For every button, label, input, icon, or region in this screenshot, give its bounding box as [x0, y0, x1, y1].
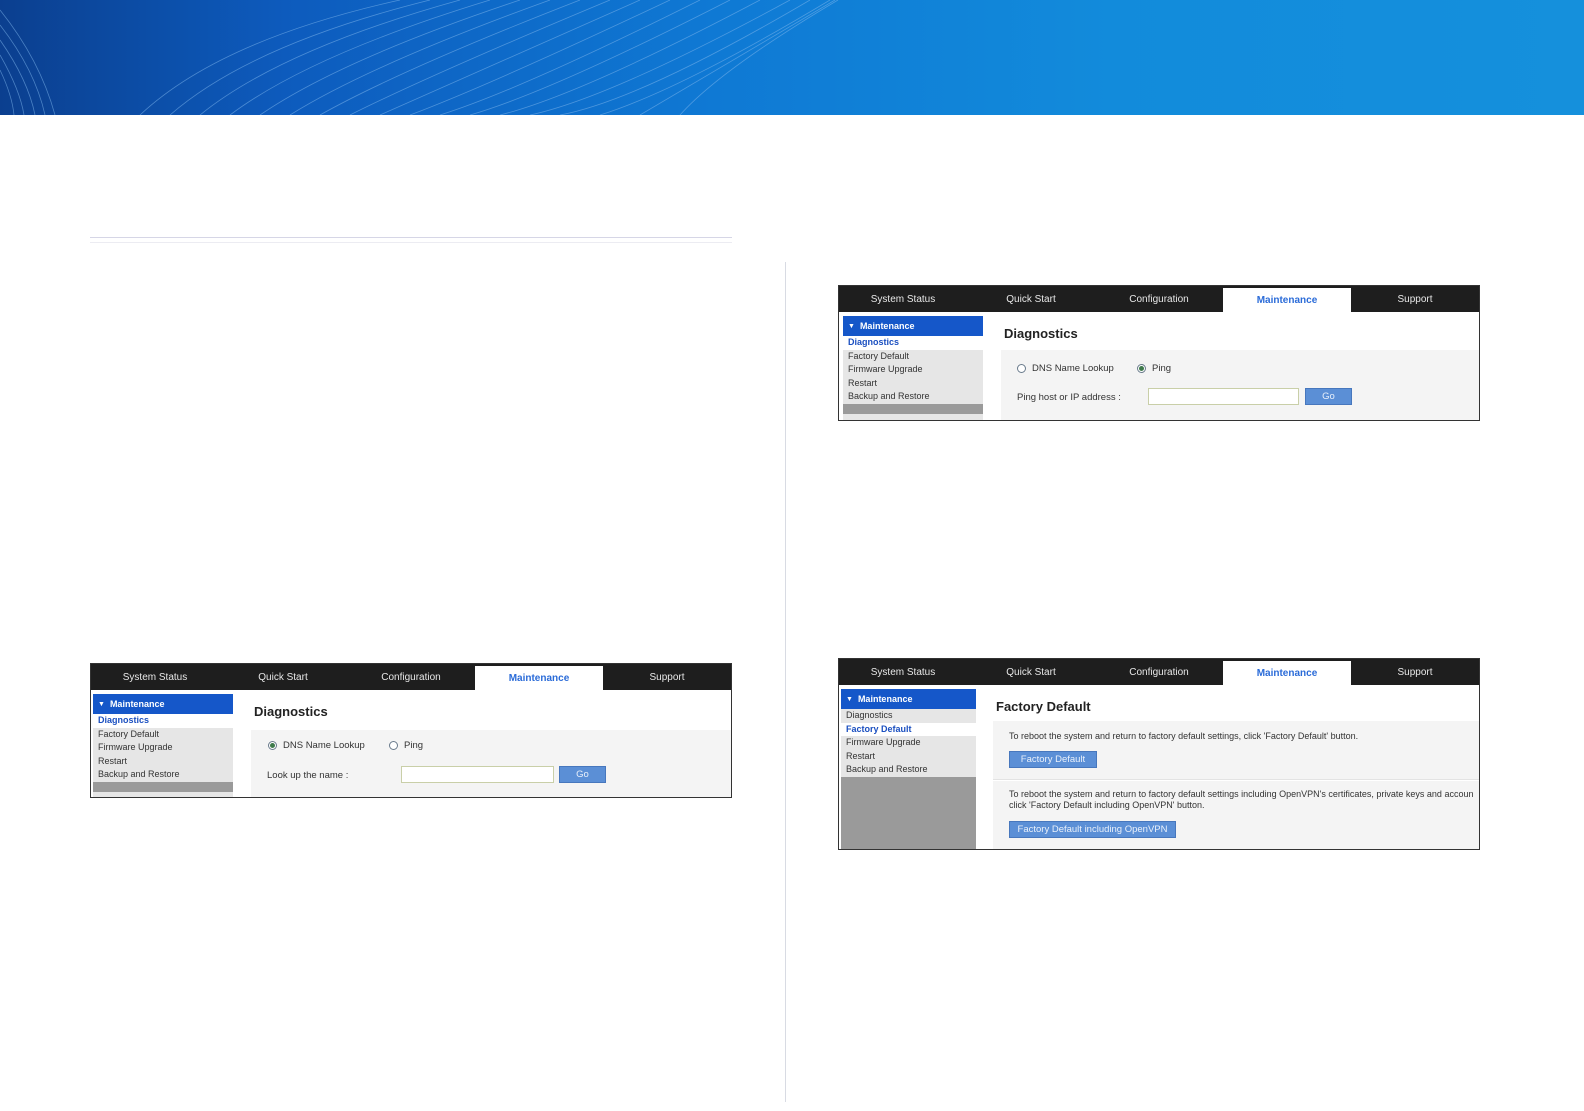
sidebar: ▼ Maintenance Diagnostics Factory Defaul…	[843, 316, 983, 420]
sidebar-header[interactable]: ▼ Maintenance	[93, 694, 233, 714]
sidebar-item-diagnostics[interactable]: Diagnostics	[93, 714, 233, 728]
content-area: Factory Default To reboot the system and…	[978, 685, 1479, 849]
sidebar-item-factory-default[interactable]: Factory Default	[843, 350, 983, 364]
tab-system-status[interactable]: System Status	[839, 659, 967, 685]
tab-maintenance[interactable]: Maintenance	[1223, 659, 1351, 685]
tab-configuration[interactable]: Configuration	[1095, 659, 1223, 685]
tab-quick-start[interactable]: Quick Start	[967, 659, 1095, 685]
factory-default-openvpn-button[interactable]: Factory Default including OpenVPN	[1009, 821, 1176, 838]
sidebar-item-diagnostics[interactable]: Diagnostics	[843, 336, 983, 350]
caret-down-icon: ▼	[848, 322, 855, 330]
tab-maintenance[interactable]: Maintenance	[1223, 286, 1351, 312]
header-banner	[0, 0, 1584, 115]
radio-dns-label: DNS Name Lookup	[283, 740, 365, 751]
form-area	[1001, 350, 1479, 420]
factory-default-description: To reboot the system and return to facto…	[1009, 731, 1359, 741]
radio-checked-icon	[268, 741, 277, 750]
sidebar-header-label: Maintenance	[109, 699, 165, 709]
tab-configuration[interactable]: Configuration	[347, 664, 475, 690]
factory-default-screenshot: System Status Quick Start Configuration …	[838, 658, 1480, 850]
sidebar-item-backup-restore[interactable]: Backup and Restore	[93, 768, 233, 782]
content-area: Diagnostics DNS Name Lookup Ping Look up…	[236, 690, 731, 797]
page-title: Diagnostics	[254, 704, 328, 719]
tab-configuration[interactable]: Configuration	[1095, 286, 1223, 312]
banner-wave-graphic	[0, 0, 839, 115]
radio-dns-lookup[interactable]: DNS Name Lookup	[268, 740, 365, 751]
sidebar-item-restart[interactable]: Restart	[93, 755, 233, 769]
tab-system-status[interactable]: System Status	[91, 664, 219, 690]
sidebar: ▼ Maintenance Diagnostics Factory Defaul…	[841, 689, 976, 849]
radio-unchecked-icon	[1017, 364, 1026, 373]
radio-dns-label: DNS Name Lookup	[1032, 363, 1114, 374]
radio-ping[interactable]: Ping	[389, 740, 423, 751]
tab-quick-start[interactable]: Quick Start	[967, 286, 1095, 312]
lookup-name-input[interactable]	[401, 766, 554, 783]
ping-screenshot: System Status Quick Start Configuration …	[838, 285, 1480, 421]
factory-default-openvpn-description-line2: click 'Factory Default including OpenVPN…	[1009, 800, 1205, 810]
tab-system-status[interactable]: System Status	[839, 286, 967, 312]
sidebar-item-diagnostics[interactable]: Diagnostics	[841, 709, 976, 723]
ping-host-input[interactable]	[1148, 388, 1299, 405]
sidebar-header[interactable]: ▼ Maintenance	[843, 316, 983, 336]
tab-maintenance[interactable]: Maintenance	[475, 664, 603, 690]
ping-host-label: Ping host or IP address :	[1017, 392, 1121, 403]
page-title: Diagnostics	[1004, 326, 1078, 341]
sidebar-item-restart[interactable]: Restart	[843, 377, 983, 391]
sidebar-item-firmware-upgrade[interactable]: Firmware Upgrade	[843, 363, 983, 377]
radio-ping[interactable]: Ping	[1137, 363, 1171, 374]
column-divider	[785, 262, 786, 1102]
go-button[interactable]: Go	[559, 766, 606, 783]
tab-support[interactable]: Support	[1351, 659, 1479, 685]
sidebar-item-factory-default[interactable]: Factory Default	[93, 728, 233, 742]
caret-down-icon: ▼	[846, 695, 853, 703]
sidebar-filler	[93, 781, 233, 792]
sidebar-header-label: Maintenance	[859, 321, 915, 331]
tab-support[interactable]: Support	[1351, 286, 1479, 312]
sidebar-item-firmware-upgrade[interactable]: Firmware Upgrade	[841, 736, 976, 750]
factory-default-section	[993, 721, 1479, 779]
tab-support[interactable]: Support	[603, 664, 731, 690]
factory-default-button[interactable]: Factory Default	[1009, 751, 1097, 768]
top-nav: System Status Quick Start Configuration …	[839, 286, 1479, 312]
factory-default-openvpn-description-line1: To reboot the system and return to facto…	[1009, 789, 1474, 799]
section-divider	[993, 779, 1479, 780]
sidebar-item-factory-default[interactable]: Factory Default	[841, 722, 976, 736]
page-title: Factory Default	[996, 699, 1091, 714]
go-button[interactable]: Go	[1305, 388, 1352, 405]
section-rule	[90, 237, 732, 238]
sidebar-header-label: Maintenance	[857, 694, 913, 704]
top-nav: System Status Quick Start Configuration …	[91, 664, 731, 690]
sidebar: ▼ Maintenance Diagnostics Factory Defaul…	[93, 694, 233, 797]
sidebar-item-backup-restore[interactable]: Backup and Restore	[841, 763, 976, 777]
sidebar-filler	[843, 403, 983, 414]
radio-dns-lookup[interactable]: DNS Name Lookup	[1017, 363, 1114, 374]
content-area: Diagnostics DNS Name Lookup Ping Ping ho…	[986, 312, 1479, 420]
radio-checked-icon	[1137, 364, 1146, 373]
sidebar-item-restart[interactable]: Restart	[841, 749, 976, 763]
radio-unchecked-icon	[389, 741, 398, 750]
dns-lookup-screenshot: System Status Quick Start Configuration …	[90, 663, 732, 798]
radio-ping-label: Ping	[1152, 363, 1172, 374]
sidebar-header[interactable]: ▼ Maintenance	[841, 689, 976, 709]
caret-down-icon: ▼	[98, 700, 105, 708]
section-rule-shadow	[90, 242, 732, 243]
lookup-name-label: Look up the name :	[267, 770, 349, 781]
radio-ping-label: Ping	[404, 740, 424, 751]
sidebar-item-firmware-upgrade[interactable]: Firmware Upgrade	[93, 741, 233, 755]
sidebar-item-backup-restore[interactable]: Backup and Restore	[843, 390, 983, 404]
tab-quick-start[interactable]: Quick Start	[219, 664, 347, 690]
top-nav: System Status Quick Start Configuration …	[839, 659, 1479, 685]
